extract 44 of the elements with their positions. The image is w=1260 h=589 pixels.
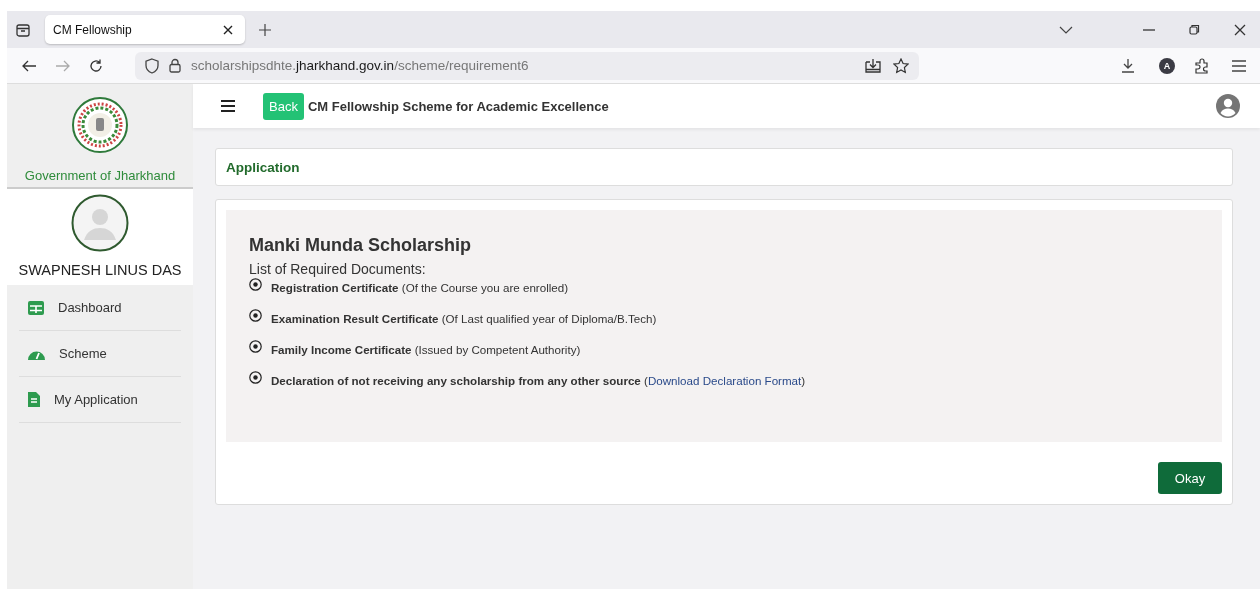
shield-icon[interactable]: [145, 57, 159, 74]
section-title: Application: [226, 159, 300, 175]
document-text: Family Income Certificate (Issued by Competent Authority): [271, 343, 581, 356]
bullet-icon: [249, 371, 262, 384]
close-icon[interactable]: [223, 24, 233, 35]
minimize-icon[interactable]: [1143, 28, 1155, 31]
star-icon[interactable]: [893, 57, 909, 74]
download-icon[interactable]: [1121, 58, 1135, 73]
emblem-drawing: [71, 96, 129, 154]
download-link[interactable]: Download Declaration Format: [647, 374, 802, 387]
menu-icon[interactable]: [221, 100, 235, 112]
avatar-icon: [71, 194, 129, 252]
nav-item[interactable]: Dashboard: [19, 285, 181, 331]
document-icon: [28, 392, 40, 407]
close-icon[interactable]: [1234, 23, 1246, 36]
nav-item[interactable]: Scheme: [19, 331, 181, 377]
chevron-down-icon[interactable]: [1059, 25, 1073, 34]
document-text: Examination Result Certificate (Of Last qualified year of Diploma/B.Tech): [271, 312, 657, 325]
address-bar[interactable]: scholarshipsdhte.jharkhand.gov.in/scheme/requirement6: [135, 51, 919, 80]
nav-item[interactable]: My Application: [19, 377, 181, 423]
bullet-icon: [249, 340, 262, 353]
org-name: Government of Jharkhand: [24, 168, 176, 183]
okay-button[interactable]: Okay: [1158, 462, 1222, 494]
document-text: Registration Certificate (Of the Course you are enrolled): [271, 281, 569, 294]
browser-tab[interactable]: CM Fellowship: [45, 15, 245, 44]
documents-heading: List of Required Documents:: [249, 261, 427, 277]
url-text[interactable]: scholarshipsdhte.jharkhand.gov.in/scheme/requirement6: [191, 58, 529, 73]
new-tab-icon[interactable]: [259, 23, 271, 36]
user-name: SWAPNESH LINUS DAS: [18, 262, 182, 278]
back-arrow-icon[interactable]: [21, 59, 37, 72]
bullet-icon: [249, 309, 262, 322]
page-title: CM Fellowship Scheme for Academic Excellence: [307, 98, 609, 114]
bullet-icon: [249, 278, 262, 291]
download-tray-icon[interactable]: [865, 58, 881, 73]
user-icon[interactable]: [1216, 94, 1240, 118]
restore-icon[interactable]: [1189, 24, 1200, 35]
tab-overview-icon[interactable]: [15, 21, 31, 38]
scholarship-title: Manki Munda Scholarship: [249, 235, 473, 256]
account-avatar[interactable]: A: [1159, 57, 1175, 74]
lock-icon[interactable]: [169, 58, 181, 73]
document-text: Declaration of not receiving any scholarship from any other source (Download Declaration Format): [271, 374, 806, 387]
reload-icon[interactable]: [89, 58, 103, 73]
puzzle-icon[interactable]: [1195, 57, 1210, 74]
table-icon: [28, 300, 44, 315]
